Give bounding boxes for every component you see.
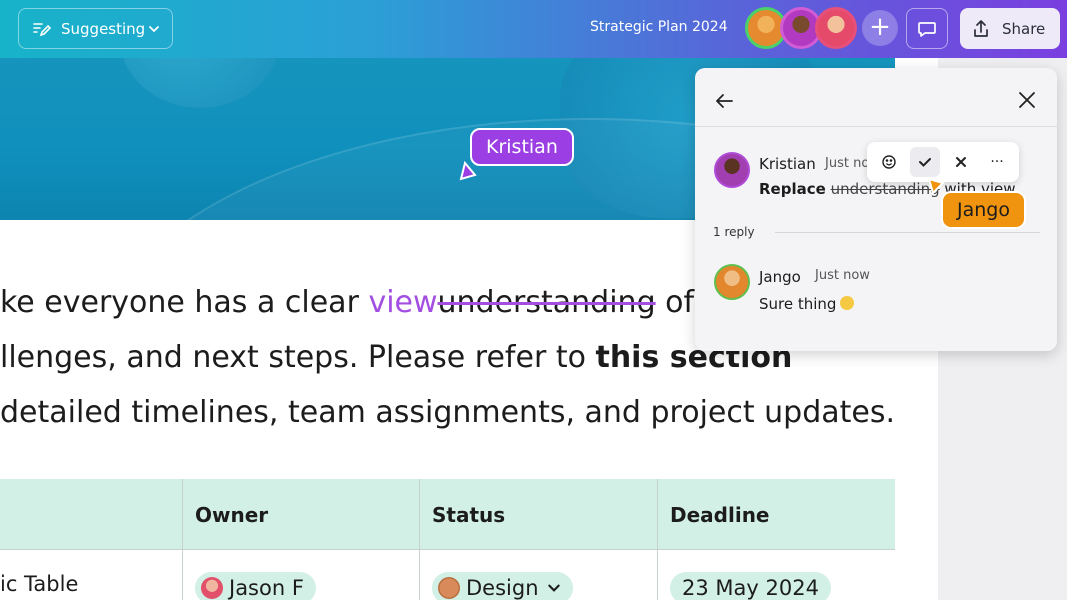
add-reaction-button[interactable]: [874, 147, 904, 177]
comment-time: Just no: [825, 156, 870, 171]
accept-suggestion-button[interactable]: [910, 147, 940, 177]
mode-label: Suggesting: [61, 19, 146, 38]
suggest-pen-icon: [33, 22, 51, 36]
collaborator-cursor-label: Kristian: [470, 128, 574, 166]
comment-author: Kristian: [759, 155, 816, 173]
date-chip[interactable]: 23 May 2024: [670, 572, 831, 600]
cursor-pointer-icon: [459, 161, 477, 181]
owner-chip[interactable]: Jason F: [195, 572, 316, 600]
divider: [775, 232, 1040, 233]
column-header: Deadline: [658, 479, 895, 550]
reply-text: Sure thing: [759, 295, 855, 313]
reply-author: Jango: [759, 268, 801, 286]
avatar: [714, 152, 750, 188]
slight-smile-emoji-icon: [840, 296, 855, 310]
back-arrow-icon[interactable]: [713, 90, 735, 112]
share-button[interactable]: Share: [960, 8, 1060, 49]
table-cell: 23 May 2024: [658, 550, 895, 600]
column-header: [0, 479, 183, 550]
cursor-pointer-icon: [927, 177, 945, 195]
close-icon[interactable]: [1017, 90, 1037, 110]
document-title[interactable]: Strategic Plan 2024: [590, 19, 728, 35]
palette-icon: [438, 577, 460, 599]
collaborator-cursor-label: Jango: [941, 191, 1026, 229]
table-header-row: Owner Status Deadline: [0, 479, 895, 550]
suggested-deletion[interactable]: understanding: [438, 285, 656, 320]
paragraph-line: detailed timelines, team assignments, an…: [0, 395, 896, 430]
chevron-down-icon: [547, 584, 560, 592]
avatar: [201, 577, 223, 599]
mode-dropdown-button[interactable]: Suggesting: [18, 8, 173, 49]
divider: [695, 126, 1057, 127]
reply-count[interactable]: 1 reply: [713, 225, 755, 239]
emoji-icon: [882, 155, 896, 169]
share-label: Share: [1002, 19, 1046, 38]
comments-button[interactable]: [906, 8, 948, 49]
suggestion-toolbar: ···: [867, 142, 1019, 182]
column-header: Status: [420, 479, 658, 550]
table-cell: Design: [420, 550, 658, 600]
share-icon: [974, 19, 988, 37]
check-icon: [919, 158, 931, 167]
close-icon: [956, 157, 966, 167]
status-dropdown[interactable]: Design: [432, 572, 573, 600]
table-cell: Jason F: [183, 550, 420, 600]
table-row: ic Table Jason F Design 23 May 2024: [0, 550, 895, 600]
reply-time: Just now: [815, 268, 870, 283]
top-bar: Suggesting Strategic Plan 2024 + Share: [0, 0, 1067, 58]
add-collaborator-button[interactable]: +: [862, 10, 898, 46]
avatar[interactable]: [815, 7, 857, 49]
chevron-down-icon: [149, 26, 159, 33]
collaborator-avatars: +: [745, 7, 898, 49]
reject-suggestion-button[interactable]: [946, 147, 976, 177]
column-header: Owner: [183, 479, 420, 550]
table-cell[interactable]: ic Table: [0, 550, 183, 600]
suggested-insertion[interactable]: view: [368, 285, 437, 320]
more-options-button[interactable]: ···: [982, 147, 1012, 177]
comment-icon: [918, 21, 936, 37]
data-table: Owner Status Deadline ic Table Jason F D…: [0, 479, 895, 600]
avatar: [714, 264, 750, 300]
